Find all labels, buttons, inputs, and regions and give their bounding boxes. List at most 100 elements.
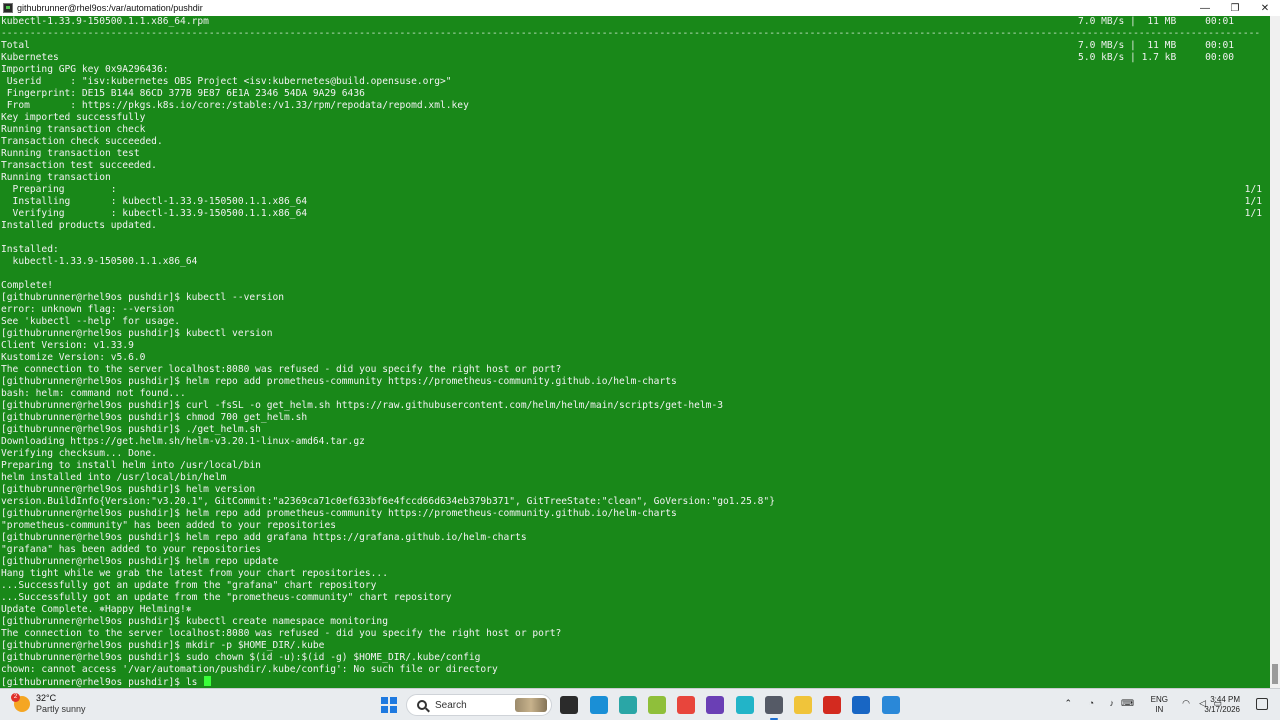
restore-button[interactable]: ❐ xyxy=(1220,0,1250,16)
terminal-line: Preparing : 1/1 xyxy=(0,184,1270,196)
terminal-line: helm installed into /usr/local/bin/helm xyxy=(0,472,1270,484)
terminal-line: Importing GPG key 0x9A296436: xyxy=(0,64,1270,76)
terminal-line-text: Hang tight while we grab the latest from… xyxy=(1,568,388,579)
notification-icon[interactable] xyxy=(1256,698,1268,710)
terminal-line: Key imported successfully xyxy=(0,112,1270,124)
app-teal-icon[interactable] xyxy=(619,696,637,714)
command-prompt: [githubrunner@rhel9os pushdir]$ ls xyxy=(1,677,204,688)
terminal-line: Kubernetes 5.0 kB/s | 1.7 kB 00:00 xyxy=(0,52,1270,64)
separator-line: ----------------------------------------… xyxy=(0,28,1270,40)
scrollbar-thumb[interactable] xyxy=(1272,664,1278,684)
terminal-line-right-text: 1/1 xyxy=(1244,184,1262,195)
terminal-line: [githubrunner@rhel9os pushdir]$ kubectl … xyxy=(0,616,1270,628)
terminal-line-text: "prometheus-community" has been added to… xyxy=(1,520,337,531)
terminal-line-text: [githubrunner@rhel9os pushdir]$ kubectl … xyxy=(1,616,388,627)
terminal-line-right-text: 7.0 MB/s | 11 MB 00:01 xyxy=(1078,16,1234,27)
terminal-line: [githubrunner@rhel9os pushdir]$ kubectl … xyxy=(0,292,1270,304)
terminal-line-text: Installed products updated. xyxy=(1,220,157,231)
terminal-line-text: bash: helm: command not found... xyxy=(1,388,186,399)
media-app-icon[interactable] xyxy=(706,696,724,714)
weather-badge: 2 xyxy=(11,693,20,702)
terminal-line-text: helm installed into /usr/local/bin/helm xyxy=(1,472,227,483)
terminal-line-text: Complete! xyxy=(1,280,53,291)
terminal-line-text: Installed: xyxy=(1,244,59,255)
search-icon xyxy=(417,700,427,710)
notepad-plus-icon[interactable] xyxy=(648,696,666,714)
minimize-button[interactable]: — xyxy=(1190,0,1220,16)
terminal-line: [githubrunner@rhel9os pushdir]$ curl -fs… xyxy=(0,400,1270,412)
terminal-line-text: Userid : "isv:kubernetes OBS Project <is… xyxy=(1,76,452,87)
terminal-line: Hang tight while we grab the latest from… xyxy=(0,568,1270,580)
terminal-line: Running transaction xyxy=(0,172,1270,184)
terminal-line-text: [githubrunner@rhel9os pushdir]$ helm rep… xyxy=(1,532,527,543)
search-label: Search xyxy=(435,699,467,711)
taskbar-search-box[interactable]: Search xyxy=(406,694,552,716)
terminal-line-text: The connection to the server localhost:8… xyxy=(1,364,562,375)
terminal-line-text: Kubernetes xyxy=(1,52,59,63)
terminal-line: [githubrunner@rhel9os pushdir]$ kubectl … xyxy=(0,328,1270,340)
terminal-app-icon[interactable] xyxy=(560,696,578,714)
terminal-line-text: [githubrunner@rhel9os pushdir]$ chmod 70… xyxy=(1,412,308,423)
terminal-line: The connection to the server localhost:8… xyxy=(0,364,1270,376)
terminal-line-text: kubectl-1.33.9-150500.1.1.x86_64 xyxy=(1,256,198,267)
keyboard-icon[interactable]: ⌨ xyxy=(1121,698,1134,709)
terminal-line: Preparing to install helm into /usr/loca… xyxy=(0,460,1270,472)
terminal-scrollbar[interactable] xyxy=(1270,16,1280,688)
terminal-line: bash: helm: command not found... xyxy=(0,388,1270,400)
terminal-line: error: unknown flag: --version xyxy=(0,304,1270,316)
clock-date: 3/17/2026 xyxy=(1204,705,1240,714)
terminal-app-icon xyxy=(3,3,13,13)
terminal-line-text: [githubrunner@rhel9os pushdir]$ ./get_he… xyxy=(1,424,261,435)
terminal-line-text: ...Successfully got an update from the "… xyxy=(1,580,377,591)
outlook-icon[interactable] xyxy=(852,696,870,714)
file-explorer-icon[interactable] xyxy=(794,696,812,714)
terminal-line: Downloading https://get.helm.sh/helm-v3.… xyxy=(0,436,1270,448)
terminal-line: version.BuildInfo{Version:"v3.20.1", Git… xyxy=(0,496,1270,508)
command-prompt-line[interactable]: [githubrunner@rhel9os pushdir]$ ls xyxy=(0,676,1270,688)
taskbar: 2 32°C Partly sunny Search ⌃ ◔ ♪ ⌨ ENG I… xyxy=(0,688,1280,720)
microphone-icon[interactable]: ♪ xyxy=(1110,698,1115,708)
terminal-line-text: Transaction check succeeded. xyxy=(1,136,163,147)
terminal-line-text: Fingerprint: DE15 B144 86CD 377B 9E87 6E… xyxy=(1,88,365,99)
terminal-line: [githubrunner@rhel9os pushdir]$ mkdir -p… xyxy=(0,640,1270,652)
terminal-line-right-text: 1/1 xyxy=(1244,208,1262,219)
network-status-icon[interactable]: ◔ xyxy=(1089,698,1094,708)
app-blue-icon[interactable] xyxy=(882,696,900,714)
input-language-indicator[interactable]: ENG IN xyxy=(1151,695,1168,715)
terminal-line: [githubrunner@rhel9os pushdir]$ ./get_he… xyxy=(0,424,1270,436)
taskbar-clock[interactable]: 3:44 PM 3/17/2026 xyxy=(1204,695,1240,715)
terminal-line: See 'kubectl --help' for usage. xyxy=(0,316,1270,328)
terminal-line: "grafana" has been added to your reposit… xyxy=(0,544,1270,556)
show-hidden-icons-icon[interactable]: ⌃ xyxy=(1064,698,1072,709)
terminal-line: [githubrunner@rhel9os pushdir]$ helm rep… xyxy=(0,532,1270,544)
terminal-line: Running transaction test xyxy=(0,148,1270,160)
close-button[interactable]: ✕ xyxy=(1250,0,1280,16)
terminal-line-text: Verifying checksum... Done. xyxy=(1,448,157,459)
acrobat-icon[interactable] xyxy=(823,696,841,714)
language-code: ENG xyxy=(1150,695,1168,704)
chrome-icon[interactable] xyxy=(677,696,695,714)
windows-logo-pane xyxy=(390,697,397,704)
terminal-line: Client Version: v1.33.9 xyxy=(0,340,1270,352)
app-cyan-icon[interactable] xyxy=(736,696,754,714)
text-cursor xyxy=(204,676,212,686)
terminal-line: Running transaction check xyxy=(0,124,1270,136)
terminal-line: Userid : "isv:kubernetes OBS Project <is… xyxy=(0,76,1270,88)
terminal-line-text: The connection to the server localhost:8… xyxy=(1,628,562,639)
terminal-line: kubectl-1.33.9-150500.1.1.x86_64 xyxy=(0,256,1270,268)
terminal-line-text: Downloading https://get.helm.sh/helm-v3.… xyxy=(1,436,365,447)
edge-browser-icon[interactable] xyxy=(590,696,608,714)
start-button[interactable] xyxy=(381,697,397,713)
putty-icon[interactable] xyxy=(765,696,783,720)
terminal-line: Total 7.0 MB/s | 11 MB 00:01 xyxy=(0,40,1270,52)
search-highlight-image xyxy=(515,698,547,712)
terminal-output[interactable]: kubectl-1.33.9-150500.1.1.x86_64.rpm 7.0 … xyxy=(0,16,1270,688)
weather-widget[interactable]: 2 32°C Partly sunny xyxy=(11,693,86,715)
terminal-line: Fingerprint: DE15 B144 86CD 377B 9E87 6E… xyxy=(0,88,1270,100)
terminal-line-text: Preparing to install helm into /usr/loca… xyxy=(1,460,261,471)
window-title-bar: githubrunner@rhel9os:/var/automation/pus… xyxy=(0,0,1280,16)
wifi-icon[interactable]: ◠ xyxy=(1182,698,1190,709)
terminal-line-text: Running transaction test xyxy=(1,148,140,159)
terminal-line-text: Transaction test succeeded. xyxy=(1,160,157,171)
